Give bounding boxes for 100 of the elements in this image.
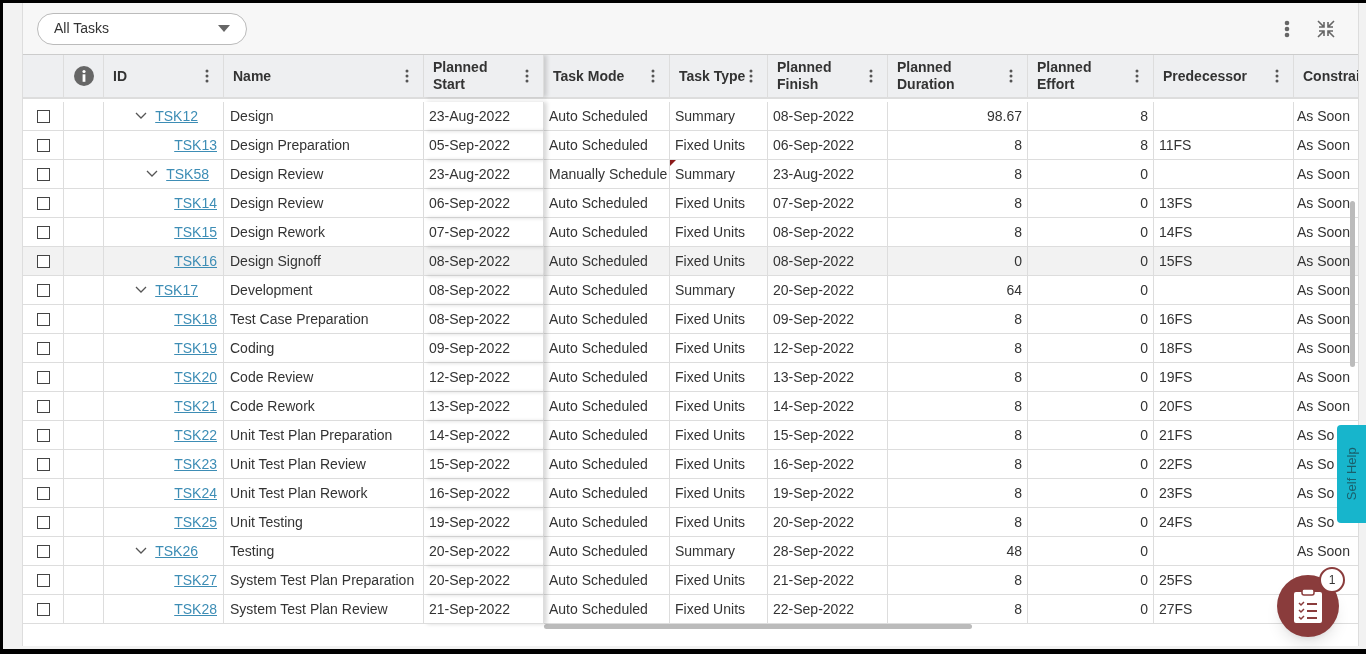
task-id-link[interactable]: TSK21 — [174, 395, 217, 417]
chevron-down-icon[interactable] — [135, 547, 148, 555]
column-header[interactable]: Planned Finish — [777, 59, 841, 93]
table-cell-text: As So — [1297, 425, 1335, 445]
task-id-link[interactable]: TSK28 — [174, 598, 217, 620]
task-id-link[interactable]: TSK13 — [174, 134, 217, 156]
row-checkbox[interactable] — [36, 573, 50, 587]
table-cell-text: Fixed Units — [675, 135, 746, 155]
table-cell-text: 07-Sep-2022 — [773, 193, 854, 213]
column-header[interactable]: Name — [233, 67, 272, 85]
task-id-link[interactable]: TSK20 — [174, 366, 217, 388]
table-cell-text: 0 — [1140, 367, 1148, 387]
row-checkbox[interactable] — [36, 515, 50, 529]
row-checkbox[interactable] — [36, 196, 50, 210]
chevron-down-icon[interactable] — [135, 112, 148, 120]
self-help-tab[interactable]: Self Help — [1337, 425, 1366, 523]
task-id-link[interactable]: TSK16 — [174, 250, 217, 272]
column-header[interactable]: Constrai — [1303, 67, 1358, 85]
table-cell-text: 23-Aug-2022 — [429, 106, 510, 126]
table-cell-text: Fixed Units — [675, 251, 746, 271]
column-menu-icon[interactable] — [205, 69, 209, 83]
horizontal-scrollbar[interactable] — [544, 624, 972, 629]
chevron-down-icon[interactable] — [146, 170, 159, 178]
column-header[interactable]: Planned Effort — [1037, 59, 1101, 93]
table-cell-text: Auto Scheduled — [549, 251, 648, 271]
table-cell-text: Summary — [675, 106, 735, 126]
column-header[interactable]: Task Type — [679, 67, 746, 85]
task-id-link[interactable]: TSK26 — [155, 540, 198, 562]
table-cell-text: 8 — [1014, 512, 1022, 532]
row-checkbox[interactable] — [36, 254, 50, 268]
table-cell-text: 21-Sep-2022 — [773, 570, 854, 590]
row-checkbox[interactable] — [36, 109, 50, 123]
row-checkbox[interactable] — [36, 457, 50, 471]
chevron-down-icon[interactable] — [135, 286, 148, 294]
column-header[interactable]: Planned Duration — [897, 59, 961, 93]
task-id-link[interactable]: TSK27 — [174, 569, 217, 591]
column-menu-icon[interactable] — [1135, 69, 1139, 83]
task-id-link[interactable]: TSK19 — [174, 337, 217, 359]
row-checkbox[interactable] — [36, 138, 50, 152]
table-cell-text: Fixed Units — [675, 599, 746, 619]
more-options-icon[interactable] — [1284, 19, 1290, 38]
row-checkbox[interactable] — [36, 399, 50, 413]
vertical-scrollbar[interactable] — [1350, 201, 1355, 367]
row-checkbox[interactable] — [36, 283, 50, 297]
column-menu-icon[interactable] — [1009, 69, 1013, 83]
task-id-link[interactable]: TSK12 — [155, 105, 198, 127]
task-id-link[interactable]: TSK25 — [174, 511, 217, 533]
column-header[interactable]: Planned Start — [433, 59, 497, 93]
task-id-link[interactable]: TSK17 — [155, 279, 198, 301]
row-checkbox[interactable] — [36, 312, 50, 326]
row-checkbox[interactable] — [36, 167, 50, 181]
table-cell-text: As Soon — [1297, 309, 1350, 329]
table-cell-text: 0 — [1140, 280, 1148, 300]
task-name: Test Case Preparation — [230, 309, 369, 329]
task-id-link[interactable]: TSK18 — [174, 308, 217, 330]
task-name: Code Review — [230, 367, 314, 387]
row-checkbox[interactable] — [36, 225, 50, 239]
column-menu-icon[interactable] — [405, 69, 409, 83]
row-checkbox[interactable] — [36, 341, 50, 355]
table-cell-text: 23FS — [1159, 483, 1193, 503]
task-id-link[interactable]: TSK23 — [174, 453, 217, 475]
table-cell-text: 8 — [1014, 367, 1022, 387]
table-cell-text: 18FS — [1159, 338, 1193, 358]
task-id-link[interactable]: TSK58 — [166, 163, 209, 185]
table-cell-text: 0 — [1140, 222, 1148, 242]
column-header[interactable]: ID — [113, 67, 127, 85]
task-id-link[interactable]: TSK22 — [174, 424, 217, 446]
column-menu-icon[interactable] — [651, 69, 655, 83]
table-cell-text: 8 — [1014, 193, 1022, 213]
column-menu-icon[interactable] — [869, 69, 873, 83]
table-cell-text: Auto Scheduled — [549, 483, 648, 503]
column-menu-icon[interactable] — [525, 69, 529, 83]
task-id-link[interactable]: TSK15 — [174, 221, 217, 243]
task-id-link[interactable]: TSK24 — [174, 482, 217, 504]
row-checkbox[interactable] — [36, 544, 50, 558]
task-id-link[interactable]: TSK14 — [174, 192, 217, 214]
column-menu-icon[interactable] — [1275, 69, 1279, 83]
task-filter-dropdown[interactable]: All Tasks — [37, 12, 247, 45]
column-menu-icon[interactable] — [749, 69, 753, 83]
collapse-icon[interactable] — [1316, 18, 1336, 39]
row-checkbox[interactable] — [36, 602, 50, 616]
table-cell-text: 8 — [1014, 309, 1022, 329]
table-cell-text: As Soon — [1297, 251, 1350, 271]
row-checkbox[interactable] — [36, 486, 50, 500]
table-cell-text: Fixed Units — [675, 367, 746, 387]
table-cell-text: 22FS — [1159, 454, 1193, 474]
table-cell-text: 06-Sep-2022 — [773, 135, 854, 155]
table-cell-text: Auto Scheduled — [549, 106, 648, 126]
table-cell-text: 08-Sep-2022 — [773, 251, 854, 271]
row-checkbox[interactable] — [36, 428, 50, 442]
table-cell-text: 15-Sep-2022 — [429, 454, 510, 474]
column-header[interactable]: Task Mode — [553, 67, 625, 85]
table-cell-text: 13FS — [1159, 193, 1193, 213]
table-cell-text: 14FS — [1159, 222, 1193, 242]
task-name: Design — [230, 106, 274, 126]
column-header[interactable]: Predecessor — [1163, 67, 1248, 85]
row-checkbox[interactable] — [36, 370, 50, 384]
table-cell-text: As Soon — [1297, 338, 1350, 358]
table-cell-text: 0 — [1140, 309, 1148, 329]
table-cell-text: 16-Sep-2022 — [429, 483, 510, 503]
